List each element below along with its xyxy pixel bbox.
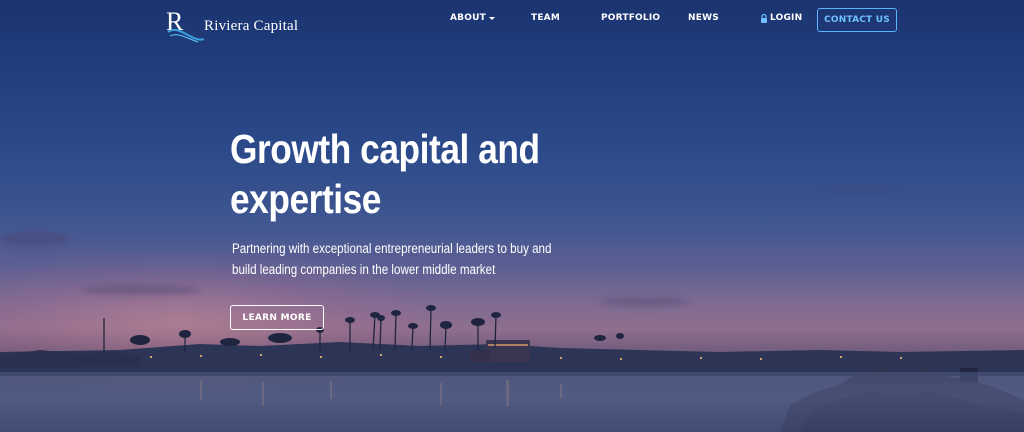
nav-team[interactable]: TEAM — [531, 13, 560, 23]
nav-portfolio[interactable]: PORTFOLIO — [601, 13, 660, 23]
logo-icon: R — [166, 7, 204, 43]
contact-us-button[interactable]: CONTACT US — [817, 8, 897, 32]
nav-news-label: NEWS — [688, 13, 719, 23]
lock-icon — [761, 13, 767, 23]
nav-portfolio-label: PORTFOLIO — [601, 13, 661, 23]
hero-subhead: Partnering with exceptional entrepreneur… — [232, 241, 552, 277]
caret-down-icon — [488, 16, 495, 20]
nav-login-label: LOGIN — [770, 13, 803, 23]
hero-section: R Riviera Capital ABOUT TEAM PORTFOLIO N… — [0, 0, 1024, 432]
water — [0, 372, 1024, 432]
nav-about[interactable]: ABOUT — [450, 13, 495, 23]
brand-logo[interactable]: R Riviera Capital — [164, 6, 298, 44]
hero-headline: Growth capital and expertise — [230, 126, 540, 222]
nav-about-label: ABOUT — [450, 13, 486, 23]
nav-news[interactable]: NEWS — [688, 13, 719, 23]
nav-login[interactable]: LOGIN — [760, 13, 802, 23]
learn-more-button[interactable]: LEARN MORE — [230, 305, 324, 330]
brand-name: Riviera Capital — [204, 17, 299, 34]
nav-team-label: TEAM — [531, 13, 561, 23]
